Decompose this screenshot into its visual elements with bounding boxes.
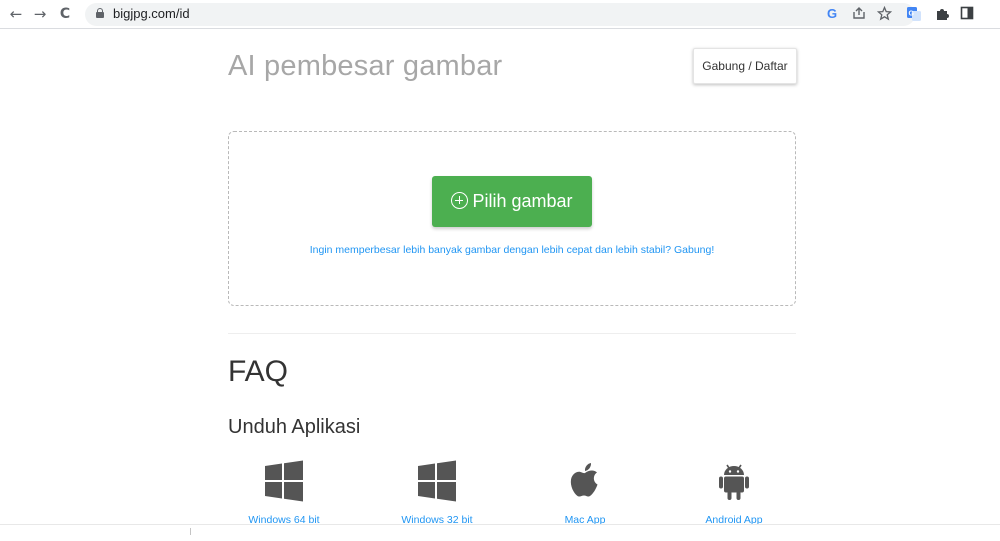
app-download-windows-64[interactable]: Windows 64 bit (219, 460, 349, 526)
app-download-windows-32[interactable]: Windows 32 bit (372, 460, 502, 526)
section-divider (228, 333, 796, 334)
url-text[interactable]: bigjpg.com/id (113, 5, 190, 23)
app-download-android[interactable]: Android App (669, 460, 799, 526)
scroll-marker (190, 528, 191, 535)
address-bar[interactable] (85, 3, 915, 26)
plus-circle-icon (451, 192, 469, 209)
translate-extension-icon[interactable]: G (906, 6, 922, 22)
app-download-mac[interactable]: Mac App (520, 460, 650, 526)
page-title: AI pembesar gambar (228, 50, 503, 82)
puzzle-extensions-icon[interactable] (934, 6, 950, 22)
windows-icon (418, 460, 456, 502)
download-apps-heading: Unduh Aplikasi (228, 416, 361, 438)
star-icon[interactable] (876, 5, 892, 22)
choose-image-label: Pilih gambar (472, 191, 573, 211)
back-button[interactable]: ← (6, 4, 26, 24)
forward-button[interactable]: → (30, 4, 50, 24)
apple-icon (570, 463, 598, 497)
browser-toolbar: ← → C bigjpg.com/id G G (0, 0, 1000, 29)
reload-button[interactable]: C (55, 4, 75, 24)
side-panel-icon[interactable] (959, 6, 975, 22)
bottom-overlay-bar (0, 524, 1000, 541)
login-register-button[interactable]: Gabung / Daftar (693, 48, 797, 84)
windows-icon (265, 460, 303, 502)
lock-icon (96, 8, 104, 18)
share-icon[interactable] (851, 6, 867, 22)
faq-heading: FAQ (228, 355, 289, 388)
join-promo-link[interactable]: Ingin memperbesar lebih banyak gambar de… (228, 244, 796, 256)
google-icon[interactable]: G (825, 6, 841, 22)
svg-text:G: G (827, 6, 837, 20)
svg-text:G: G (909, 11, 915, 18)
choose-image-button[interactable]: Pilih gambar (432, 176, 592, 227)
android-icon (719, 464, 749, 500)
